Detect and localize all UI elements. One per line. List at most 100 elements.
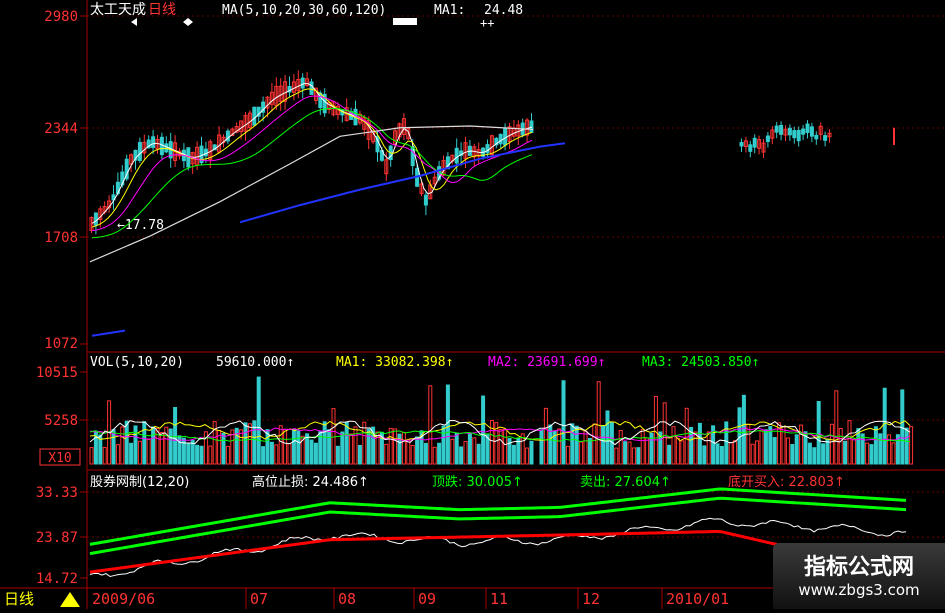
watermark-title: 指标公式网 <box>803 555 914 580</box>
volume-bar <box>636 447 641 465</box>
candle-body <box>739 142 744 147</box>
volume-bar <box>697 422 702 465</box>
volume-bar <box>561 380 566 465</box>
volume-bar <box>278 425 283 465</box>
volume-bar <box>362 421 367 465</box>
volume-bar <box>454 432 459 465</box>
time-label-09: 09 <box>418 590 436 608</box>
volume-bar <box>525 447 530 465</box>
candle-body <box>498 133 503 145</box>
volume-bar <box>675 437 680 465</box>
volume-bar <box>614 447 619 465</box>
period-label[interactable]: 日线 <box>148 2 176 18</box>
vol-value: 59610.000↑ <box>216 355 294 370</box>
volume-bar <box>570 423 575 465</box>
stock-chart-window: 2980 2344 1708 1072 10515 5258 X10 33.33… <box>0 0 945 609</box>
volume-bar <box>305 433 310 465</box>
volume-bar <box>212 421 217 465</box>
volume-bar <box>450 438 455 465</box>
volume-bar <box>693 431 698 465</box>
volume-bar <box>410 444 415 465</box>
candle-body <box>805 123 810 133</box>
stock-name: 太工天成 <box>90 2 146 18</box>
volume-bar <box>834 390 839 465</box>
volume-bar <box>415 436 420 465</box>
volume-bar <box>543 407 548 465</box>
candle-body <box>423 194 428 206</box>
volume-bar <box>432 446 437 465</box>
candle-body <box>748 144 753 152</box>
volume-bar <box>851 438 856 465</box>
volume-bar <box>199 445 204 465</box>
ind-tick-low: 14.72 <box>36 571 78 587</box>
volume-bar <box>807 442 812 465</box>
candle-body <box>801 128 806 135</box>
volume-bar <box>772 437 777 465</box>
candle-body <box>796 130 801 142</box>
volume-bar <box>463 441 468 465</box>
volume-bar <box>627 441 632 465</box>
price-tick-1072: 1072 <box>44 336 78 352</box>
volume-bar <box>269 441 274 465</box>
volume-bar <box>208 445 213 465</box>
y-axis-ticks <box>80 15 87 579</box>
volume-bar <box>653 396 658 465</box>
time-label-2009-06: 2009/06 <box>92 590 155 608</box>
volume-bar <box>393 428 398 465</box>
volume-bar <box>481 395 486 465</box>
candle-body <box>485 144 490 154</box>
volume-bar <box>733 440 738 465</box>
volume-bar <box>335 445 340 465</box>
volume-bar <box>645 437 650 465</box>
volume-bar <box>587 438 592 465</box>
price-tick-2344: 2344 <box>44 121 78 137</box>
candle-body <box>93 212 98 226</box>
ma-legend: MA(5,10,20,30,60,120) <box>222 3 386 18</box>
volume-bar <box>340 431 345 465</box>
volume-bar <box>168 428 173 465</box>
ind-tick-mid: 23.87 <box>36 530 78 546</box>
volume-bar <box>489 420 494 465</box>
chart-canvas[interactable]: 2980 2344 1708 1072 10515 5258 X10 33.33… <box>0 0 945 609</box>
candle-body <box>454 147 459 164</box>
vol-tick-5258: 5258 <box>44 413 78 429</box>
volume-bar <box>423 442 428 465</box>
volume-bar <box>401 431 406 465</box>
time-period-label[interactable]: 日线 <box>4 590 34 608</box>
volume-bar <box>583 430 588 465</box>
candle-body <box>309 81 314 95</box>
ind-item-top: 顶跌: 30.005↑ <box>432 474 523 490</box>
volume-bar <box>838 428 843 465</box>
volume-bar <box>151 426 156 465</box>
volume-bar <box>667 444 672 465</box>
volume-bar <box>741 394 746 465</box>
volume-bar <box>181 437 186 465</box>
candle-body <box>159 136 164 156</box>
volume-bar <box>768 426 773 465</box>
volume-bar <box>327 429 332 465</box>
candle-body <box>164 143 169 153</box>
volume-bar <box>794 434 799 465</box>
volume-bar <box>428 385 433 465</box>
period-toggle-icon[interactable] <box>60 592 80 607</box>
time-label-2010-01: 2010/01 <box>666 590 729 608</box>
signal-marker: ++ <box>480 16 494 30</box>
volume-bar <box>724 421 729 465</box>
volume-bar <box>790 444 795 465</box>
volume-bar <box>750 443 755 465</box>
volume-bar <box>406 439 411 465</box>
moving-average-lines <box>89 83 566 337</box>
candlestick-series <box>89 70 895 235</box>
vol-unit: X10 <box>48 451 71 466</box>
ind-item-buy: 底开买入: 22.803↑ <box>728 474 845 490</box>
price-tick-1708: 1708 <box>44 230 78 246</box>
volume-bar <box>812 447 817 465</box>
volume-bar <box>472 437 477 465</box>
volume-bar <box>476 443 481 465</box>
volume-bar <box>904 427 909 465</box>
volume-bar <box>437 442 442 465</box>
volume-bar <box>353 426 358 465</box>
volume-bar <box>816 401 821 465</box>
volume-bar <box>539 429 544 465</box>
ma1-label: MA1: <box>434 3 465 18</box>
